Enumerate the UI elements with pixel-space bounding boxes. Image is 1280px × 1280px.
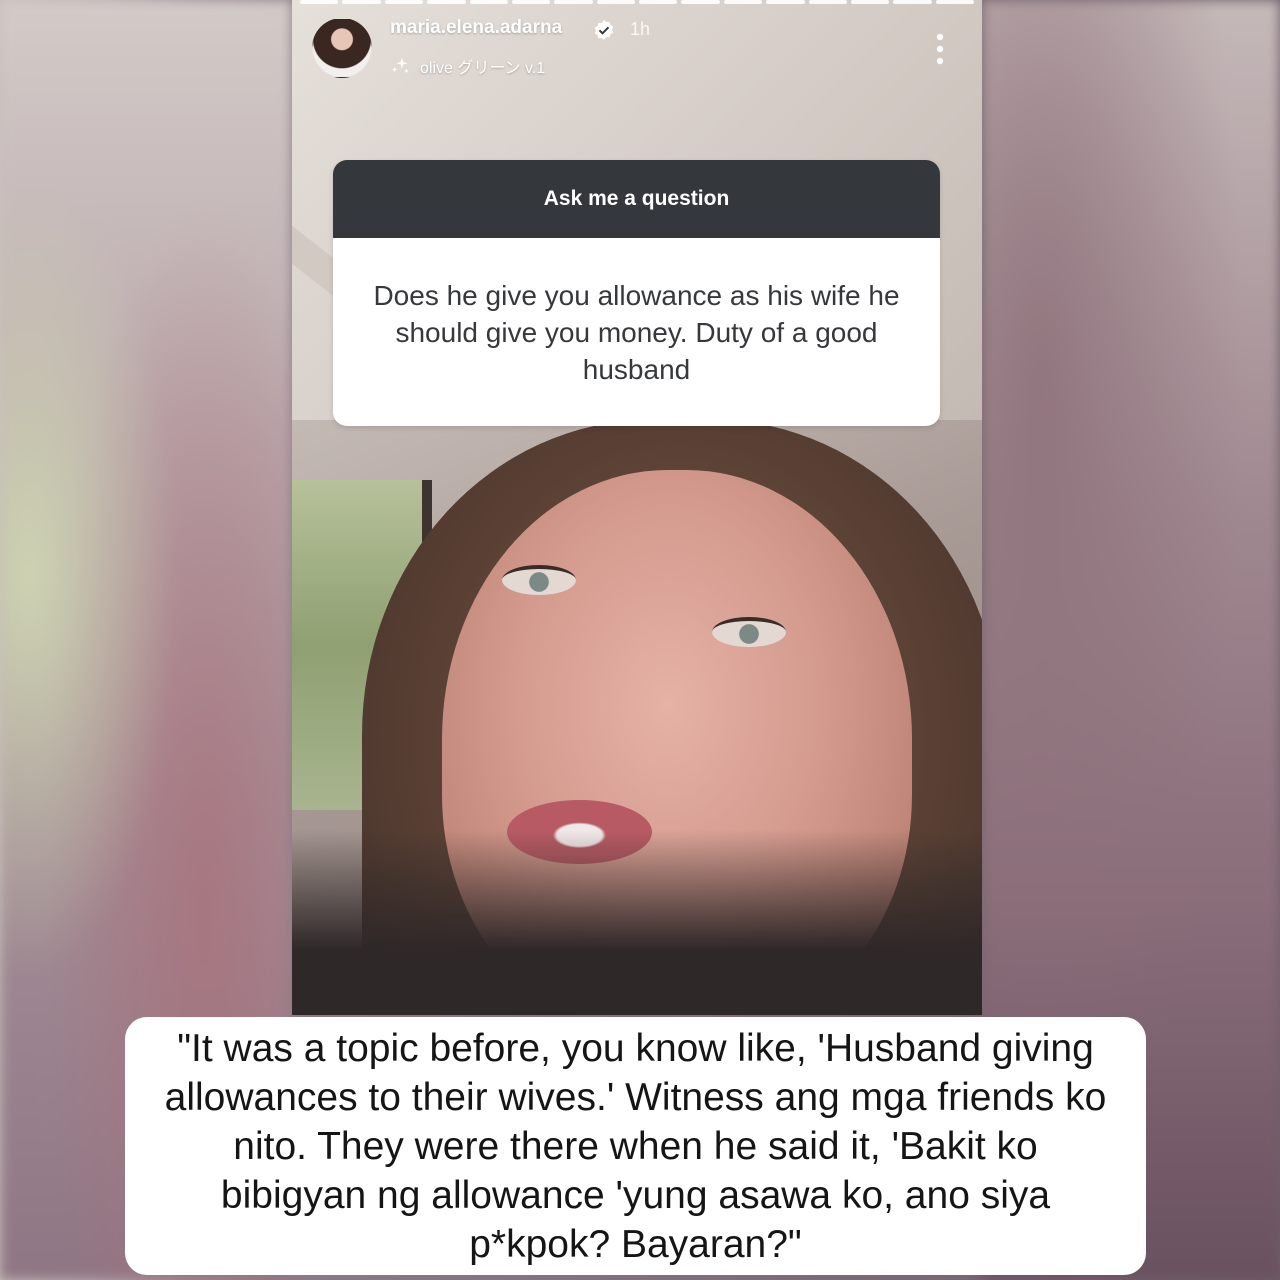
progress-segment [850, 0, 890, 4]
progress-segment [427, 0, 466, 4]
post-time: 1h [630, 19, 651, 39]
progress-segment [469, 0, 508, 4]
progress-segment [681, 0, 720, 4]
progress-segment [639, 0, 678, 4]
progress-segment [935, 0, 974, 4]
progress-segment [596, 0, 635, 4]
progress-segment [723, 0, 763, 4]
progress-segment [893, 0, 932, 4]
question-sticker-text: Does he give you allowance as his wife h… [373, 279, 900, 385]
story-progress-bar [300, 0, 974, 4]
username[interactable]: maria.elena.adarna [390, 17, 562, 39]
progress-segment [300, 0, 339, 4]
progress-segment [384, 0, 424, 4]
question-sticker[interactable]: Ask me a question Does he give you allow… [333, 160, 940, 426]
story-photo-left-eye [502, 565, 576, 595]
caption-text: "It was a topic before, you know like, '… [164, 1026, 1107, 1266]
caption-card: "It was a topic before, you know like, '… [125, 1017, 1146, 1275]
music-label[interactable]: olive グリーン v.1 [420, 54, 545, 78]
story-header: maria.elena.adarna 1h olive グリーン v.1 [312, 14, 972, 84]
verified-badge-icon [594, 20, 614, 40]
question-sticker-title: Ask me a question [333, 160, 940, 238]
progress-segment [808, 0, 847, 4]
sparkle-icon [391, 57, 409, 74]
avatar[interactable] [312, 18, 372, 78]
progress-segment [766, 0, 805, 4]
story-photo-shirt [292, 830, 982, 1015]
story-frame[interactable] [292, 0, 982, 1015]
story-photo-right-eye [712, 617, 786, 647]
progress-segment [511, 0, 551, 4]
progress-segment [342, 0, 381, 4]
progress-segment [554, 0, 593, 4]
more-vertical-icon[interactable] [930, 32, 950, 66]
